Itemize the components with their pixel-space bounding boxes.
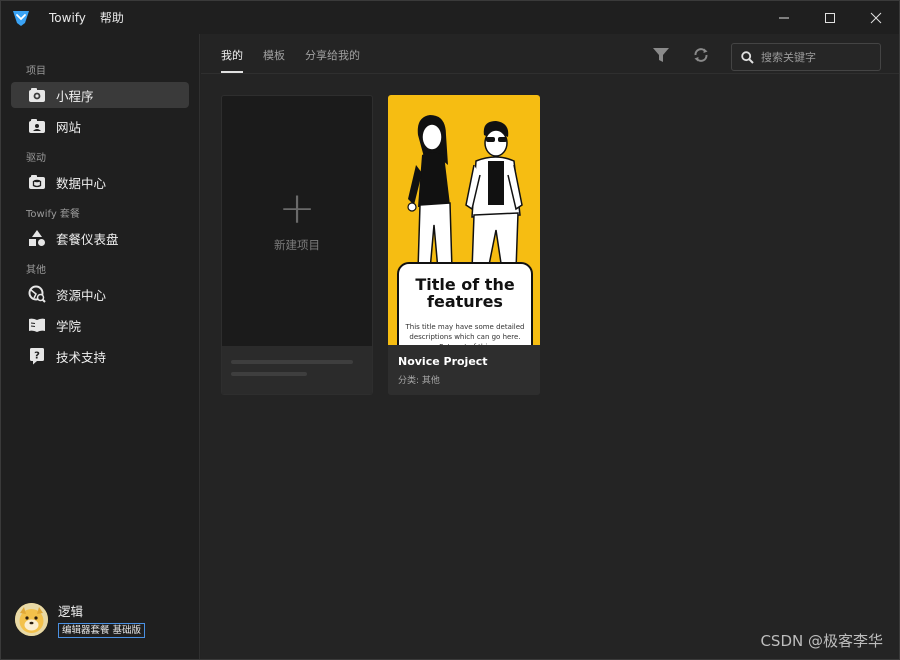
close-button[interactable] bbox=[853, 1, 899, 34]
skeleton-line bbox=[231, 360, 353, 364]
svg-text:?: ? bbox=[34, 351, 40, 362]
sidebar-item-label: 资源中心 bbox=[56, 287, 107, 303]
feature-title: Title of the features bbox=[415, 275, 515, 311]
maximize-icon bbox=[825, 12, 835, 23]
sidebar-item-resource-center[interactable]: 资源中心 bbox=[11, 281, 189, 307]
refresh-icon[interactable] bbox=[692, 46, 710, 64]
search-box[interactable] bbox=[731, 43, 881, 71]
project-thumbnail: Title of the features This title may hav… bbox=[388, 95, 540, 345]
sidebar-item-label: 套餐仪表盘 bbox=[56, 231, 119, 247]
project-title: Novice Project bbox=[398, 355, 488, 368]
sidebar-item-academy[interactable]: 学院 bbox=[11, 312, 189, 338]
avatar[interactable] bbox=[15, 603, 48, 636]
sidebar-item-label: 网站 bbox=[56, 119, 82, 135]
filter-icon[interactable] bbox=[652, 46, 670, 64]
website-icon bbox=[28, 117, 46, 135]
sidebar-item-label: 小程序 bbox=[56, 88, 94, 104]
book-icon bbox=[28, 316, 46, 334]
sidebar-item-label: 技术支持 bbox=[56, 349, 107, 365]
resource-icon bbox=[28, 285, 46, 303]
project-card-footer: Novice Project 分类: 其他 bbox=[388, 345, 540, 395]
user-profile[interactable]: 逻辑 编辑器套餐 基础版 bbox=[15, 601, 146, 638]
tab-mine[interactable]: 我的 bbox=[221, 47, 243, 63]
user-name: 逻辑 bbox=[58, 604, 84, 619]
sidebar-item-label: 数据中心 bbox=[56, 175, 107, 191]
section-title-driver: 驱动 bbox=[26, 153, 46, 164]
main-content: 我的 模板 分享给我的 搜索关键字 + 新建项目 Title of the fe… bbox=[201, 34, 899, 659]
search-input[interactable] bbox=[761, 50, 871, 64]
toolbar: 我的 模板 分享给我的 bbox=[201, 34, 899, 74]
mini-program-icon bbox=[28, 86, 46, 104]
feature-description: This title may have some detailed descri… bbox=[405, 323, 525, 345]
maximize-button[interactable] bbox=[807, 1, 853, 34]
title-bar: Towify 帮助 bbox=[1, 1, 899, 34]
sidebar-item-website[interactable]: 网站 bbox=[11, 113, 189, 139]
watermark: CSDN @极客李华 bbox=[760, 632, 883, 650]
tab-templates[interactable]: 模板 bbox=[263, 47, 285, 63]
minimize-icon bbox=[779, 17, 789, 18]
window-controls bbox=[761, 1, 899, 34]
sidebar-item-plan-dashboard[interactable]: 套餐仪表盘 bbox=[11, 225, 189, 251]
minimize-button[interactable] bbox=[761, 1, 807, 34]
app-window: Towify 帮助 项目 小程序 网站 驱动 数据中心 Towify 套餐 套餐… bbox=[0, 0, 900, 660]
sidebar-item-support[interactable]: ? 技术支持 bbox=[11, 343, 189, 369]
skeleton-line bbox=[231, 372, 307, 376]
card-footer-placeholder bbox=[222, 346, 372, 394]
shapes-icon bbox=[28, 229, 46, 247]
tab-shared-with-me[interactable]: 分享给我的 bbox=[305, 47, 360, 63]
project-card[interactable]: Title of the features This title may hav… bbox=[388, 95, 540, 395]
close-icon bbox=[870, 12, 882, 23]
sidebar-item-mini-program[interactable]: 小程序 bbox=[11, 82, 189, 108]
plan-badge[interactable]: 编辑器套餐 基础版 bbox=[58, 623, 146, 638]
sidebar-item-data-center[interactable]: 数据中心 bbox=[11, 169, 189, 195]
menu-help[interactable]: 帮助 bbox=[100, 9, 124, 26]
section-title-other: 其他 bbox=[26, 265, 46, 276]
sidebar: 项目 小程序 网站 驱动 数据中心 Towify 套餐 套餐仪表盘 其他 资源中… bbox=[1, 34, 200, 659]
menu-towify[interactable]: Towify bbox=[49, 11, 86, 25]
feature-box: Title of the features This title may hav… bbox=[397, 262, 533, 345]
new-project-label: 新建项目 bbox=[274, 238, 320, 252]
sidebar-item-label: 学院 bbox=[56, 318, 82, 334]
towify-logo-icon bbox=[13, 10, 29, 26]
search-icon bbox=[741, 50, 754, 64]
plus-icon: + bbox=[278, 183, 316, 234]
database-icon bbox=[28, 173, 46, 191]
section-title-plan: Towify 套餐 bbox=[26, 209, 80, 220]
project-category: 分类: 其他 bbox=[398, 376, 440, 386]
new-project-card[interactable]: + 新建项目 bbox=[221, 95, 373, 395]
section-title-projects: 项目 bbox=[26, 66, 46, 77]
active-tab-indicator bbox=[221, 71, 243, 73]
help-icon: ? bbox=[28, 347, 46, 365]
